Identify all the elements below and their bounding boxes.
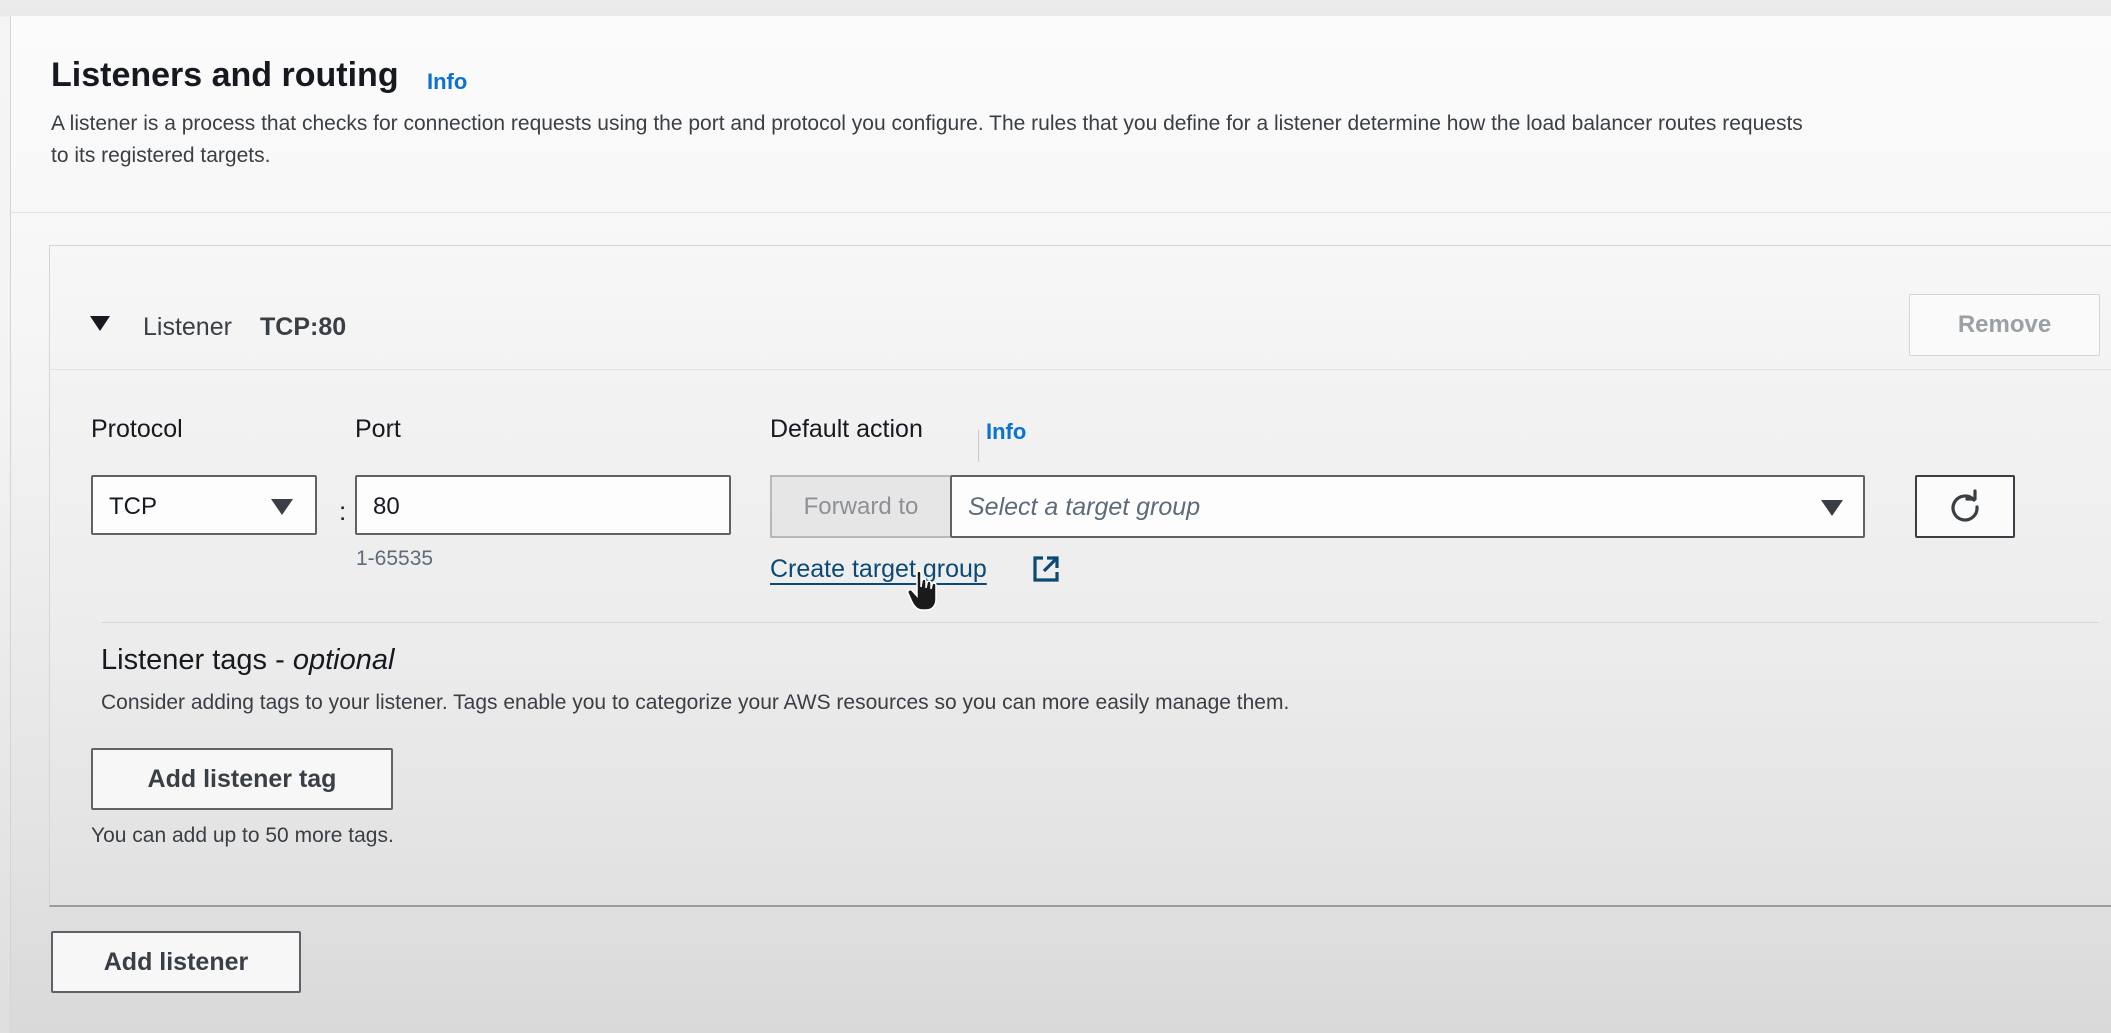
default-action-label: Default action xyxy=(770,415,923,443)
section-description-line2: to its registered targets. xyxy=(51,144,271,167)
forward-to-label: Forward to xyxy=(770,475,950,538)
refresh-icon xyxy=(1951,488,1979,522)
listener-tags-title: Listener tags - optional xyxy=(101,644,394,677)
listener-tags-optional: optional xyxy=(292,644,395,676)
section-separator xyxy=(101,622,2099,623)
port-label: Port xyxy=(355,415,401,443)
default-action-info-link[interactable]: Info xyxy=(986,419,1026,445)
section-info-link[interactable]: Info xyxy=(427,69,467,95)
hand-cursor-icon xyxy=(907,570,937,611)
add-listener-tag-button[interactable]: Add listener tag xyxy=(91,748,393,810)
caret-down-icon[interactable] xyxy=(90,316,110,331)
target-group-select[interactable]: Select a target group xyxy=(950,475,1865,538)
port-hint: 1-65535 xyxy=(356,547,434,570)
section-header: Listeners and routing Info A listener is… xyxy=(11,16,2111,213)
listener-header[interactable]: Listener TCP:80 Remove xyxy=(50,246,2111,370)
remove-listener-button[interactable]: Remove xyxy=(1909,294,2100,356)
dropdown-arrow-icon xyxy=(271,499,293,515)
dropdown-arrow-icon xyxy=(1821,500,1843,516)
label-divider xyxy=(978,430,979,462)
protocol-select[interactable]: TCP xyxy=(91,475,317,535)
listener-label: Listener xyxy=(143,313,232,341)
protocol-value: TCP xyxy=(109,493,157,520)
listeners-routing-panel: Listeners and routing Info A listener is… xyxy=(10,16,2111,1033)
section-description-line1: A listener is a process that checks for … xyxy=(51,112,1803,135)
protocol-label: Protocol xyxy=(91,415,183,443)
add-listener-button[interactable]: Add listener xyxy=(51,931,301,993)
create-target-group-link[interactable]: Create target group xyxy=(770,555,987,584)
section-title: Listeners and routing xyxy=(51,56,399,94)
refresh-button[interactable] xyxy=(1915,475,2015,538)
listener-tags-title-text: Listener tags - xyxy=(101,644,293,676)
port-value: 80 xyxy=(373,493,400,520)
colon-separator: : xyxy=(339,496,347,526)
listener-tags-description: Consider adding tags to your listener. T… xyxy=(101,691,1290,714)
port-input[interactable]: 80 xyxy=(355,475,731,535)
target-group-placeholder: Select a target group xyxy=(968,493,1201,521)
external-link-icon[interactable] xyxy=(1031,554,1061,584)
listener-name: TCP:80 xyxy=(260,313,347,341)
tags-limit-text: You can add up to 50 more tags. xyxy=(91,824,394,847)
section-description: A listener is a process that checks for … xyxy=(51,108,2111,172)
